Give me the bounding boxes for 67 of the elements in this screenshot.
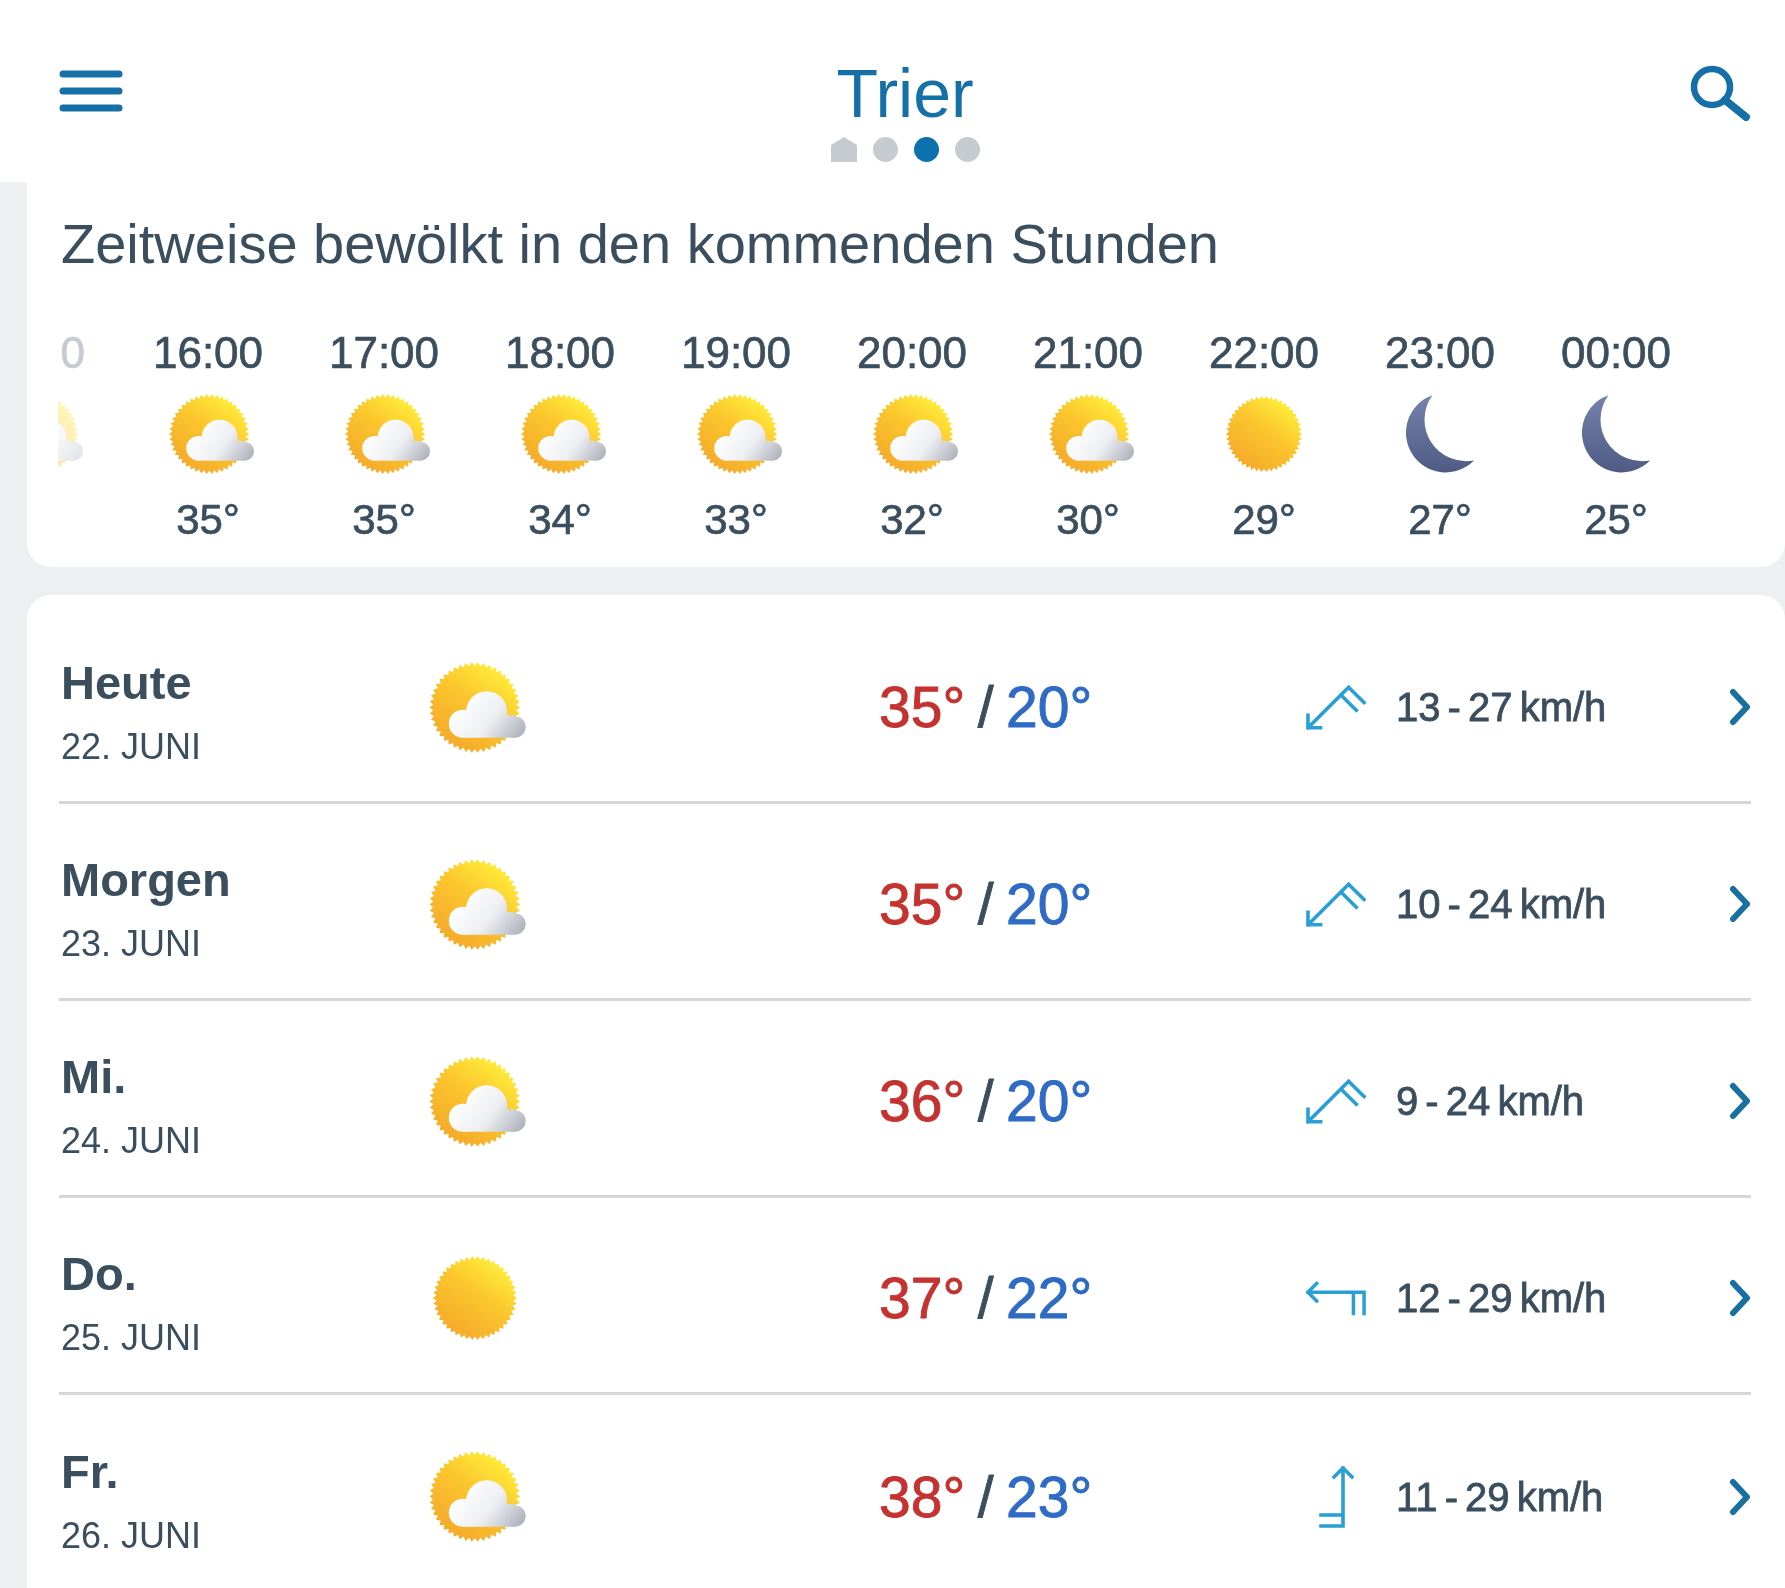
moon-icon <box>1405 394 1475 474</box>
temperature-range: 37° / 22° <box>879 1265 1093 1331</box>
day-name: Morgen <box>61 851 231 907</box>
hour-time: 17:00 <box>328 327 440 379</box>
wind-speed: 10 - 24 km/h <box>1396 881 1607 928</box>
day-name: Fr. <box>61 1444 119 1499</box>
hour-time: 0 <box>60 327 85 379</box>
wind-arrow-icon <box>1318 1465 1354 1528</box>
city-title: Trier <box>836 59 974 127</box>
day-date: 25. JUNI <box>61 1315 202 1359</box>
partly-cloudy-icon <box>696 393 784 475</box>
hour-temperature: 25° <box>1584 495 1648 545</box>
chevron-right-icon[interactable] <box>1729 688 1751 726</box>
hour-temperature: 27° <box>1408 495 1472 545</box>
day-date: 26. JUNI <box>61 1514 202 1557</box>
partly-cloudy-icon <box>344 393 432 475</box>
menu-icon <box>59 70 123 112</box>
hour-time: 00:00 <box>1560 327 1672 379</box>
sun-icon <box>1225 395 1303 473</box>
partly-cloudy-icon <box>872 393 960 475</box>
chevron-right-icon[interactable] <box>1729 885 1751 923</box>
forecast-summary: Zeitweise bewölkt in den kommenden Stunden <box>60 211 1219 277</box>
wind-speed: 12 - 29 km/h <box>1396 1275 1607 1322</box>
sun-icon <box>432 1255 518 1341</box>
partly-cloudy-icon <box>428 660 528 754</box>
day-name: Mi. <box>61 1048 127 1104</box>
temperature-range: 36° / 20° <box>879 1068 1093 1134</box>
partly-cloudy-icon <box>520 393 608 475</box>
day-date: 24. JUNI <box>61 1118 202 1162</box>
chevron-right-icon[interactable] <box>1729 1279 1751 1317</box>
hour-time: 22:00 <box>1208 327 1320 379</box>
wind-speed: 13 - 27 km/h <box>1396 684 1607 731</box>
chevron-right-icon[interactable] <box>1729 1477 1751 1516</box>
hour-temperature: 30° <box>1056 495 1120 545</box>
hour-time: 21:00 <box>1032 327 1144 379</box>
hour-time: 18:00 <box>504 327 616 379</box>
day-name: Heute <box>61 654 192 710</box>
hour-temperature: 29° <box>1232 495 1296 545</box>
wind-speed: 9 - 24 km/h <box>1396 1078 1585 1125</box>
partly-cloudy-icon <box>428 1054 528 1148</box>
partly-cloudy-icon <box>168 393 256 475</box>
hour-temperature: 35° <box>176 495 240 545</box>
temperature-range: 35° / 20° <box>879 674 1093 740</box>
hour-time: 16:00 <box>152 327 264 379</box>
hour-temperature: 32° <box>880 495 944 545</box>
day-date: 23. JUNI <box>61 921 202 965</box>
wind-arrow-icon <box>1306 1078 1366 1124</box>
hour-time: 20:00 <box>856 327 968 379</box>
hour-temperature: 33° <box>704 495 768 545</box>
hour-temperature: 34° <box>528 495 592 545</box>
wind-arrow-icon <box>1306 684 1366 730</box>
hour-time: 19:00 <box>680 327 792 379</box>
day-name: Do. <box>61 1245 137 1301</box>
partly-cloudy-icon <box>428 857 528 951</box>
temperature-range: 38° / 23° <box>879 1463 1093 1530</box>
menu-button[interactable] <box>59 70 123 112</box>
hour-time: 23:00 <box>1384 327 1496 379</box>
wind-arrow-icon <box>1306 881 1366 927</box>
partly-cloudy-icon <box>428 1450 528 1543</box>
temperature-range: 35° / 20° <box>879 871 1093 937</box>
day-date: 22. JUNI <box>61 724 202 768</box>
wind-speed: 11 - 29 km/h <box>1396 1473 1604 1521</box>
hour-temperature: 35° <box>352 495 416 545</box>
moon-icon <box>1581 394 1651 474</box>
chevron-right-icon[interactable] <box>1729 1082 1751 1120</box>
partly-cloudy-icon <box>1048 393 1136 475</box>
wind-arrow-icon <box>1306 1280 1366 1316</box>
